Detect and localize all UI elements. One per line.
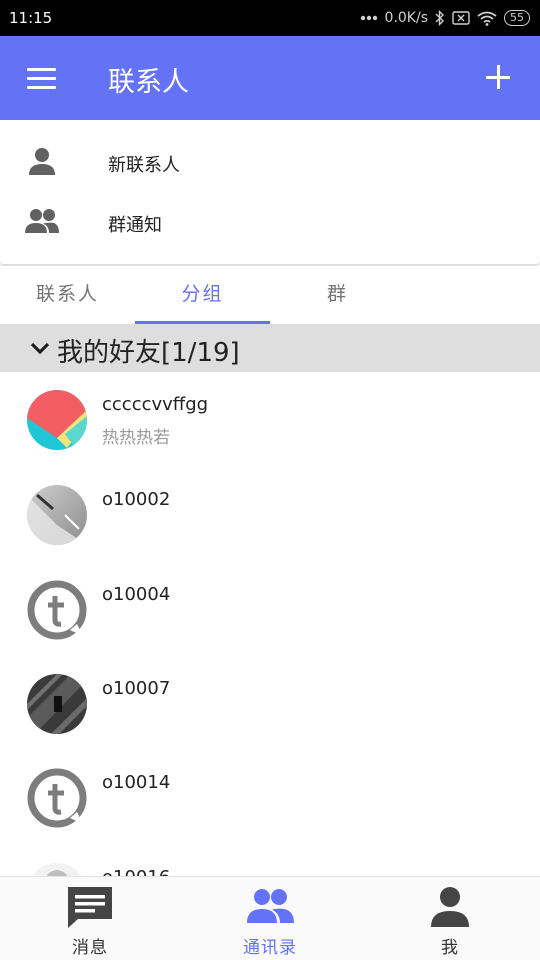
dots-icon: [360, 15, 377, 21]
status-icons: 0.0K/s 55: [360, 10, 530, 26]
person-icon: [431, 887, 469, 927]
contact-name: o10004: [102, 584, 171, 605]
nav-me-label: 我: [441, 938, 459, 958]
pencil-photo-avatar: [27, 485, 87, 545]
nav-messages-label: 消息: [72, 938, 108, 958]
page-title: 联系人: [108, 67, 189, 98]
bottom-nav: 消息 通讯录 我: [0, 876, 540, 960]
screen: 11:15 0.0K/s 55 联系人 新联系人 群通知 联系人 分组 群 我的…: [0, 0, 540, 960]
nav-contacts-label: 通讯录: [243, 938, 297, 958]
dark-abstract-avatar: [27, 674, 87, 734]
status-time: 11:15: [9, 9, 53, 27]
group-title: 我的好友[1/19]: [57, 338, 240, 368]
t-logo-avatar: [27, 580, 87, 640]
group-notice-item[interactable]: 群通知: [0, 192, 540, 252]
bluetooth-icon: [435, 10, 444, 26]
nav-contacts[interactable]: 通讯录: [180, 877, 360, 960]
message-icon: [68, 887, 112, 928]
contact-name: o10002: [102, 489, 171, 510]
sim-icon: [452, 11, 470, 25]
contact-item[interactable]: o10016: [0, 845, 540, 876]
app-bar: 联系人: [0, 36, 540, 120]
sketch-avatar: [27, 863, 87, 876]
contact-list[interactable]: cccccvvffgg 热热热若 o10002 o10004 o10007 o1…: [0, 372, 540, 876]
contact-item[interactable]: cccccvvffgg 热热热若: [0, 372, 540, 466]
status-bar: 11:15 0.0K/s 55: [0, 0, 540, 36]
shortcut-card: 新联系人 群通知: [0, 120, 540, 264]
contact-name: o10014: [102, 772, 171, 793]
chevron-down-icon: [30, 342, 50, 355]
contacts-icon: [247, 889, 294, 923]
hamburger-menu-icon[interactable]: [27, 68, 57, 90]
new-contacts-item[interactable]: 新联系人: [0, 132, 540, 192]
add-button[interactable]: [486, 65, 510, 89]
network-speed: 0.0K/s: [384, 10, 428, 26]
tab-contacts[interactable]: 联系人: [0, 266, 135, 324]
battery-icon: 55: [504, 10, 530, 26]
new-contacts-label: 新联系人: [108, 155, 180, 176]
person-icon: [29, 148, 55, 175]
tab-chat-groups[interactable]: 群: [270, 266, 405, 324]
contact-name: o10016: [102, 867, 170, 876]
contact-item[interactable]: o10007: [0, 656, 540, 750]
geometric-avatar: [27, 390, 87, 450]
group-notice-label: 群通知: [108, 215, 162, 236]
contact-name: cccccvvffgg: [102, 394, 209, 415]
contact-signature: 热热热若: [102, 428, 170, 448]
tab-bar: 联系人 分组 群: [0, 266, 540, 324]
contact-item[interactable]: o10004: [0, 562, 540, 656]
nav-me[interactable]: 我: [360, 877, 540, 960]
tab-groups[interactable]: 分组: [135, 266, 270, 324]
t-logo-avatar: [27, 768, 87, 828]
nav-messages[interactable]: 消息: [0, 877, 180, 960]
group-header[interactable]: 我的好友[1/19]: [0, 324, 540, 372]
wifi-icon: [477, 11, 497, 26]
group-icon: [25, 209, 59, 233]
contact-name: o10007: [102, 678, 171, 699]
contact-item[interactable]: o10014: [0, 750, 540, 844]
contact-item[interactable]: o10002: [0, 467, 540, 561]
